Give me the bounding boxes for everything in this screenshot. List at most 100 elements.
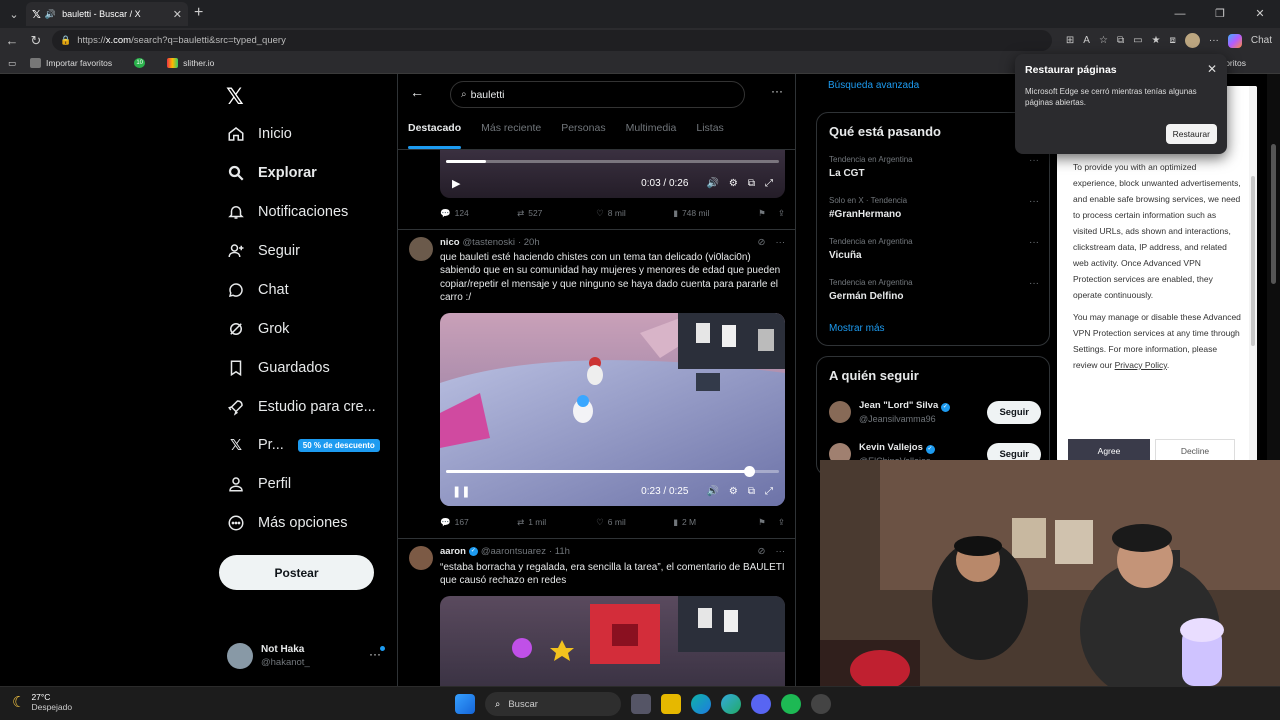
follow-button[interactable]: Seguir xyxy=(987,400,1041,424)
split-screen-icon[interactable]: ▭ xyxy=(1133,35,1142,46)
more-icon[interactable]: ··· xyxy=(1029,278,1039,289)
nav-item-premium[interactable]: 𝕏 Pr... 50 % de descuento xyxy=(226,435,380,455)
weather-widget[interactable]: ☾ 27°C Despejado xyxy=(12,692,72,712)
favorite-import[interactable]: Importar favoritos xyxy=(30,58,112,68)
chat-label[interactable]: Chat xyxy=(1251,35,1272,46)
nav-item-explorar[interactable]: Explorar xyxy=(226,163,317,183)
author-name[interactable]: aaron xyxy=(440,546,466,557)
author-name[interactable]: nico xyxy=(440,237,460,248)
trend-item[interactable]: Tendencia en Argentina La CGT ··· xyxy=(829,155,1039,179)
tab-personas[interactable]: Personas xyxy=(551,114,615,149)
nav-item-chat[interactable]: Chat xyxy=(226,280,289,300)
avatar[interactable] xyxy=(409,237,433,261)
views-button[interactable]: ▮ 748 mil xyxy=(673,208,758,219)
browser-tab[interactable]: 𝕏 🔊 bauletti - Buscar / X ✕ xyxy=(26,2,188,26)
follow-item[interactable]: Jean "Lord" Silva ✓ @Jeansilvamma96 Segu… xyxy=(829,395,1041,429)
taskbar-search[interactable]: ⌕ Buscar xyxy=(485,692,621,716)
repost-button[interactable]: ⇄ 1 mil xyxy=(517,517,596,528)
reload-icon[interactable]: ↻ xyxy=(24,33,48,49)
author-handle[interactable]: @aarontsuarez xyxy=(481,546,546,557)
avatar[interactable] xyxy=(409,546,433,570)
favorite-slither[interactable]: slither.io xyxy=(167,58,214,68)
fullscreen-icon[interactable]: ⤢ xyxy=(765,486,773,497)
reading-list-icon[interactable]: ▭ xyxy=(8,58,16,69)
collections-icon[interactable]: ⧈ xyxy=(1170,35,1176,46)
nav-item-mas-opciones[interactable]: Más opciones xyxy=(226,513,347,533)
more-icon[interactable]: ··· xyxy=(1029,155,1039,166)
maximize-icon[interactable]: ❐ xyxy=(1200,0,1240,28)
volume-icon[interactable]: 🔊 xyxy=(706,178,718,189)
author-handle[interactable]: @tastenoski xyxy=(463,237,515,248)
x-logo-icon[interactable]: 𝕏 xyxy=(226,84,244,110)
trend-item[interactable]: Tendencia en Argentina Germán Delfino ··… xyxy=(829,278,1039,302)
settings-more-icon[interactable]: ··· xyxy=(1209,35,1219,46)
privacy-policy-link[interactable]: Privacy Policy xyxy=(1115,360,1167,370)
extensions-icon[interactable]: ⧉ xyxy=(1117,35,1124,46)
dialog-scrollbar[interactable] xyxy=(1249,86,1257,461)
more-icon[interactable]: ··· xyxy=(776,237,786,248)
bookmark-icon[interactable]: ⚑ xyxy=(758,517,766,528)
tab-actions-icon[interactable]: ⌄ xyxy=(0,0,28,28)
pause-icon[interactable]: ❚❚ xyxy=(452,485,470,498)
file-explorer-icon[interactable] xyxy=(661,694,681,714)
post-button[interactable]: Postear xyxy=(219,555,374,590)
more-icon[interactable]: ··· xyxy=(369,647,381,661)
favorite-star-icon[interactable]: ☆ xyxy=(1099,35,1108,46)
favorites-icon[interactable]: ★ xyxy=(1152,35,1161,46)
nav-item-seguir[interactable]: Seguir xyxy=(226,241,300,261)
nav-item-inicio[interactable]: Inicio xyxy=(226,124,292,144)
video-player[interactable]: ❚❚ 0:23 / 0:25 🔊 ⚙ ⧉ ⤢ xyxy=(440,313,785,506)
nav-item-guardados[interactable]: Guardados xyxy=(226,358,330,378)
reply-button[interactable]: 💬 124 xyxy=(440,208,517,219)
read-aloud-icon[interactable]: A xyxy=(1083,35,1090,46)
show-more-link[interactable]: Mostrar más xyxy=(829,323,885,334)
copilot-icon[interactable] xyxy=(1227,33,1242,48)
tab-mas-reciente[interactable]: Más reciente xyxy=(471,114,551,149)
url-field[interactable]: 🔒 https://x.com/search?q=bauletti&src=ty… xyxy=(52,30,1052,51)
grok-icon[interactable]: ⊘ xyxy=(758,546,766,557)
more-icon[interactable]: ··· xyxy=(1029,237,1039,248)
pip-icon[interactable]: ⧉ xyxy=(748,486,755,497)
search-input[interactable]: ⌕ bauletti xyxy=(450,81,745,108)
account-switcher[interactable]: Not Haka @hakanot_ ··· xyxy=(227,641,387,671)
trend-item[interactable]: Tendencia en Argentina Vicuña ··· xyxy=(829,237,1039,261)
edge-icon[interactable] xyxy=(691,694,711,714)
bookmark-icon[interactable]: ⚑ xyxy=(758,208,766,219)
play-icon[interactable]: ▶ xyxy=(452,177,460,190)
agree-button[interactable]: Agree xyxy=(1068,439,1150,461)
app-icon[interactable]: ⊞ xyxy=(1066,35,1074,46)
close-window-icon[interactable]: ✕ xyxy=(1240,0,1280,28)
close-tab-icon[interactable]: ✕ xyxy=(173,8,182,21)
video-player[interactable]: ▶ 0:03 / 0:26 🔊 ⚙ ⧉ ⤢ xyxy=(440,150,785,198)
speaker-icon[interactable]: 🔊 xyxy=(45,9,56,20)
tab-multimedia[interactable]: Multimedia xyxy=(616,114,687,149)
volume-icon[interactable]: 🔊 xyxy=(706,486,718,497)
app-icon[interactable] xyxy=(811,694,831,714)
task-view-icon[interactable] xyxy=(631,694,651,714)
repost-button[interactable]: ⇄ 527 xyxy=(517,208,596,219)
like-button[interactable]: ♡ 6 mil xyxy=(596,517,673,528)
close-icon[interactable]: ✕ xyxy=(1207,62,1217,76)
nav-item-perfil[interactable]: Perfil xyxy=(226,474,291,494)
more-icon[interactable]: ··· xyxy=(1029,196,1039,207)
video-progress[interactable] xyxy=(446,466,779,477)
minimize-icon[interactable]: — xyxy=(1160,0,1200,28)
nav-item-notificaciones[interactable]: Notificaciones xyxy=(226,202,348,222)
profile-avatar-icon[interactable] xyxy=(1184,33,1200,48)
tab-destacado[interactable]: Destacado xyxy=(398,114,471,149)
new-tab-icon[interactable]: + xyxy=(194,4,203,22)
settings-icon[interactable]: ⚙ xyxy=(729,178,738,189)
decline-button[interactable]: Decline xyxy=(1155,439,1235,461)
discord-icon[interactable] xyxy=(751,694,771,714)
favorite-10[interactable]: 10 xyxy=(134,58,146,68)
spotify-icon[interactable] xyxy=(781,694,801,714)
video-player[interactable] xyxy=(440,596,785,686)
video-progress[interactable] xyxy=(446,160,779,163)
reply-button[interactable]: 💬 167 xyxy=(440,517,517,528)
back-arrow-icon[interactable]: ← xyxy=(410,84,424,100)
share-icon[interactable]: ⇪ xyxy=(778,208,785,219)
nav-item-estudio[interactable]: Estudio para cre... xyxy=(226,397,376,417)
more-icon[interactable]: ··· xyxy=(776,546,786,557)
tab-listas[interactable]: Listas xyxy=(686,114,733,149)
edge-beta-icon[interactable] xyxy=(721,694,741,714)
